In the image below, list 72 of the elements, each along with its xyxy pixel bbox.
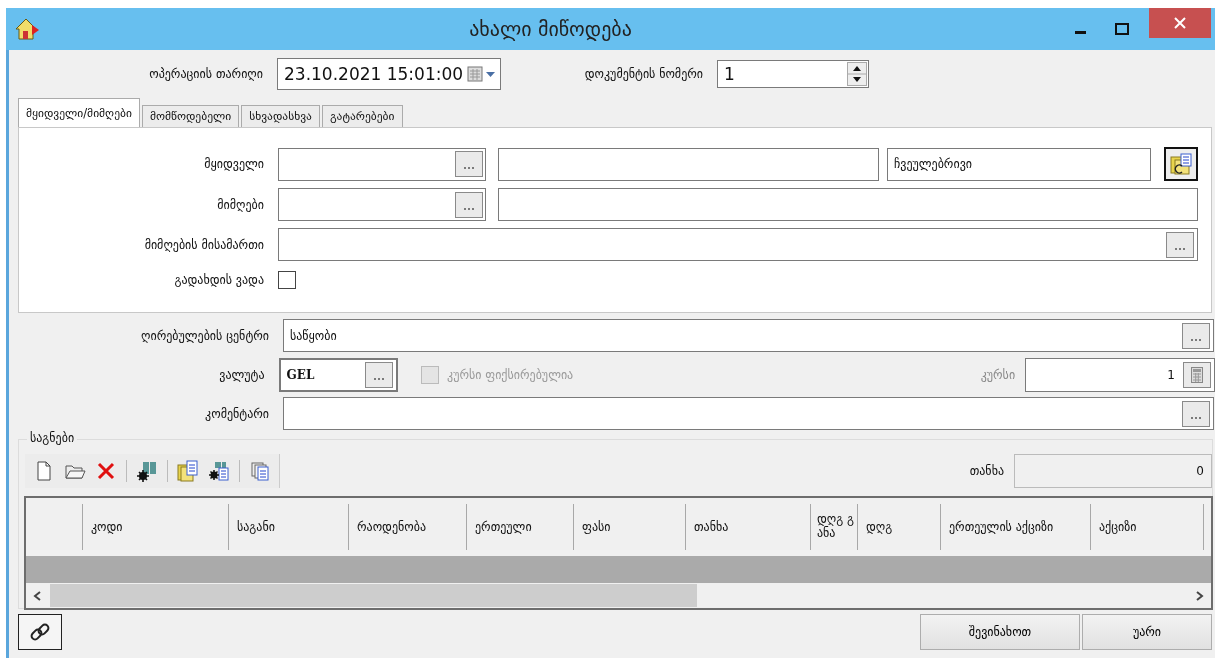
calendar-dropdown-icon[interactable] (467, 65, 497, 83)
tab[interactable]: მყიდველი/მიმღები (18, 98, 140, 127)
barcode-gear-icon[interactable] (136, 460, 158, 482)
documents-icon (1169, 152, 1193, 176)
checkbox-label: კურსი ფიქსირებულია (447, 368, 575, 382)
field-label: კურსი (979, 368, 1017, 382)
more-icon (1190, 337, 1202, 342)
column-header[interactable]: კოდი (83, 504, 229, 550)
more-icon (463, 166, 475, 170)
calculator-icon (1191, 367, 1203, 383)
rate-field[interactable]: 1 (1025, 358, 1215, 392)
column-header[interactable]: ერთეულის აქციზი (941, 504, 1091, 550)
column-header[interactable]: თანხა (686, 504, 811, 550)
link-button[interactable] (18, 614, 62, 650)
type-field[interactable]: ჩვეულებრივი (887, 147, 1151, 181)
column-header[interactable]: საგანი (229, 504, 349, 550)
text-field[interactable] (498, 188, 1198, 221)
field-label: დოკუმენტის ნომერი (583, 67, 704, 81)
house-icon (14, 17, 40, 41)
spin-icon[interactable] (847, 62, 867, 86)
delete-icon[interactable] (95, 460, 117, 482)
tab[interactable]: სხვადასხვა (241, 105, 320, 127)
column-header[interactable]: რაოდენობა (349, 504, 467, 550)
dialog-button[interactable]: შევინახოთ (920, 614, 1080, 650)
field-label: ღირებულების ცენტრი (140, 328, 270, 343)
column-header[interactable]: ფასი (574, 504, 686, 550)
copy-icon[interactable] (249, 460, 271, 482)
column-header[interactable]: აქციზი (1091, 504, 1204, 550)
more-icon (1174, 246, 1186, 251)
lookup-field[interactable] (278, 188, 486, 221)
field-label: თანხა (969, 464, 1005, 478)
date-field[interactable]: 23.10.2021 15:01:00 (277, 58, 501, 90)
column-header[interactable]: ერთეული (467, 504, 574, 550)
more-button[interactable] (364, 362, 393, 388)
more-icon (372, 377, 385, 381)
dialog-button[interactable]: უარი (1082, 614, 1212, 650)
list-gear-icon[interactable] (208, 460, 230, 482)
close-button[interactable] (1149, 8, 1211, 38)
more-button[interactable] (1182, 400, 1210, 427)
column-header[interactable]: დღგ განა (811, 504, 858, 550)
more-button[interactable] (455, 151, 483, 177)
documents-icon[interactable] (177, 460, 199, 482)
group-title: საგნები (27, 431, 78, 445)
more-button[interactable] (1182, 322, 1210, 349)
field-label: მიმღები (216, 197, 265, 212)
column-header[interactable]: დღგ (858, 504, 941, 550)
tab[interactable]: მომწოდებელი (141, 105, 240, 127)
field-label: მიმღების მისამართი (143, 237, 265, 252)
field-label: კომენტარი (204, 406, 270, 421)
more-icon (1190, 415, 1202, 420)
card-button[interactable] (1164, 147, 1198, 181)
address-field[interactable] (278, 228, 1198, 261)
number-field[interactable]: 1 (717, 60, 869, 88)
field-label: ვალუტა (218, 368, 266, 382)
close-icon (1174, 17, 1186, 29)
lookup-field[interactable] (278, 147, 486, 181)
cost-center-field[interactable]: საწყობი (283, 319, 1214, 352)
total-field: 0 (1014, 454, 1212, 488)
text-field[interactable] (498, 147, 879, 181)
field-label: გადახდის ვადა (173, 273, 265, 287)
checkbox[interactable] (278, 271, 296, 289)
more-button[interactable] (1166, 231, 1194, 258)
more-button[interactable] (455, 191, 483, 218)
more-icon (463, 206, 475, 211)
comment-field[interactable] (283, 397, 1214, 430)
maximize-icon[interactable] (1115, 23, 1129, 35)
calculator-button[interactable] (1183, 362, 1211, 388)
window-title: ახალი მიწოდება (468, 17, 633, 41)
field-label: ოპერაციის თარიღი (148, 67, 264, 81)
currency-field[interactable]: GEL (278, 358, 398, 392)
field-label: მყიდველი (203, 157, 265, 171)
tab[interactable]: გატარებები (321, 105, 403, 127)
